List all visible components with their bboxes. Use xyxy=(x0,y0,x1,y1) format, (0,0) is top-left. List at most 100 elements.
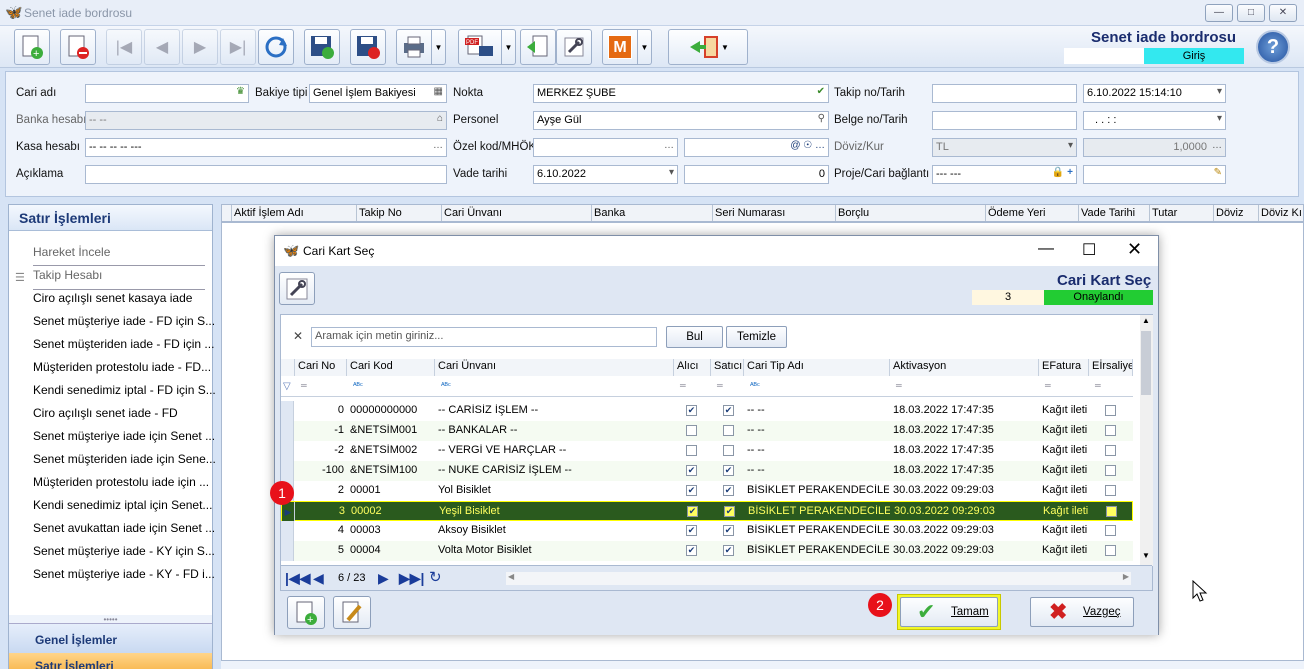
checkbox-satici[interactable]: ✔ xyxy=(724,506,735,517)
takip-no-field[interactable] xyxy=(932,84,1077,103)
checkbox-alici[interactable]: ✔ xyxy=(686,465,697,476)
table-row[interactable]: -1 &NETSİM001 -- BANKALAR -- -- -- 18.03.202… xyxy=(281,421,1133,441)
left-panel-item[interactable]: Senet müşteriye iade için Senet ... xyxy=(33,429,215,443)
m-button[interactable]: M xyxy=(602,29,638,65)
proje-field[interactable]: --- --- 🔒 + xyxy=(932,165,1077,184)
checkbox-eirsaliye[interactable] xyxy=(1106,506,1117,517)
pdf-dropdown[interactable]: ▼ xyxy=(502,29,516,65)
grid-column-header[interactable]: Alıcı xyxy=(674,359,711,376)
cari-baglanti-field[interactable]: ✎ xyxy=(1083,165,1226,184)
help-icon[interactable]: ? xyxy=(1256,30,1290,64)
left-panel-item[interactable]: Senet müşteriye iade - KY için S... xyxy=(33,544,215,558)
left-panel-item[interactable]: Senet müşteriden iade - FD için ... xyxy=(33,337,214,351)
left-panel-item[interactable]: Senet avukattan iade için Senet ... xyxy=(33,521,215,535)
checkbox-eirsaliye[interactable] xyxy=(1105,465,1116,476)
text-filter-icon[interactable]: ᴬᴮᶜ xyxy=(353,381,363,390)
search-user-icon[interactable]: ⚲ xyxy=(818,113,825,124)
vade-days-field[interactable]: 0 xyxy=(684,165,829,184)
horizontal-scrollbar[interactable]: ◀ ▶ xyxy=(506,572,1131,585)
bakiye-tipi-field[interactable]: Genel İşlem Bakiyesi ▦ xyxy=(309,84,447,103)
maximize-button[interactable]: □ xyxy=(1237,4,1265,22)
main-column-header[interactable]: Banka xyxy=(594,207,625,219)
left-panel-item[interactable]: Senet müşteriden iade için Sene... xyxy=(33,452,216,466)
users-icon[interactable]: ♛ xyxy=(236,86,245,97)
grid-column-header[interactable]: Eİrsaliye xyxy=(1089,359,1133,376)
table-row[interactable]: 0 00000000000 -- CARİSİZ İŞLEM -- ✔ ✔ -- -- 18… xyxy=(281,401,1133,421)
grid-column-header[interactable]: Cari Kod xyxy=(347,359,435,376)
left-panel-item[interactable]: Kendi senedimiz iptal - FD için S... xyxy=(33,383,216,397)
takip-date-field[interactable]: 6.10.2022 15:14:10 ▾ xyxy=(1083,84,1226,103)
ok-button[interactable]: ✔ Tamam xyxy=(900,597,998,627)
save-button[interactable] xyxy=(304,29,340,65)
equals-filter-icon[interactable]: ═ xyxy=(1095,381,1101,390)
checkbox-alici[interactable]: ✔ xyxy=(686,525,697,536)
splitter-handle[interactable]: ••••• xyxy=(9,615,212,624)
scroll-up-icon[interactable]: ▲ xyxy=(1142,316,1150,325)
equals-filter-icon[interactable]: ═ xyxy=(896,381,902,390)
group-genel-islemler[interactable]: Genel İşlemler xyxy=(9,623,212,653)
left-panel-item[interactable]: Senet müşteriye iade - KY - FD i... xyxy=(33,567,215,581)
vertical-scrollbar[interactable]: ▲ ▼ xyxy=(1140,315,1153,566)
scroll-down-icon[interactable]: ▼ xyxy=(1142,551,1150,560)
scroll-left-icon[interactable]: ◀ xyxy=(508,572,514,581)
equals-filter-icon[interactable]: ═ xyxy=(717,381,723,390)
clear-button[interactable]: Temizle xyxy=(726,326,787,348)
left-panel-item[interactable]: Ciro açılışlı senet iade - FD xyxy=(33,406,178,420)
kasa-field[interactable]: -- -- -- -- ---… xyxy=(85,138,447,157)
main-column-header[interactable]: Seri Numarası xyxy=(715,207,785,219)
first-record-button[interactable]: |◀ xyxy=(106,29,142,65)
add-cari-button[interactable]: + xyxy=(287,596,325,629)
chevron-down-icon[interactable]: ▾ xyxy=(669,167,674,178)
chevron-down-icon[interactable]: ▾ xyxy=(1217,113,1222,124)
text-filter-icon[interactable]: ᴬᴮᶜ xyxy=(750,381,760,390)
left-panel-item[interactable]: Takip Hesabı xyxy=(33,268,102,282)
table-row[interactable]: -100 &NETSİM100 -- NUKE CARİSİZ İŞLEM -- ✔ ✔… xyxy=(281,461,1133,481)
find-button[interactable]: Bul xyxy=(666,326,723,348)
checkbox-alici[interactable]: ✔ xyxy=(686,545,697,556)
grid-column-header[interactable]: Cari Tip Adı xyxy=(744,359,890,376)
main-column-header[interactable]: Takip No xyxy=(359,207,402,219)
vade-date-field[interactable]: 6.10.2022 ▾ xyxy=(533,165,678,184)
delete-document-button[interactable] xyxy=(60,29,96,65)
import-button[interactable] xyxy=(520,29,556,65)
left-panel-item[interactable]: Müşteriden protestolu iade - FD... xyxy=(33,360,211,374)
checkmark-icon[interactable]: ✔ xyxy=(817,86,825,97)
minimize-button[interactable]: — xyxy=(1205,4,1233,22)
previous-page-icon[interactable]: ◀ xyxy=(313,570,324,587)
checkbox-eirsaliye[interactable] xyxy=(1105,545,1116,556)
belge-no-field[interactable] xyxy=(932,111,1077,130)
filter-icon[interactable]: ▽ xyxy=(283,381,291,392)
next-page-icon[interactable]: ▶ xyxy=(378,570,389,587)
checkbox-satici[interactable] xyxy=(723,445,734,456)
mhok-field[interactable]: @ ☉ … xyxy=(684,138,829,157)
main-column-header[interactable]: Tutar xyxy=(1152,207,1177,219)
left-panel-item[interactable]: Ciro açılışlı senet kasaya iade xyxy=(33,291,192,305)
left-panel-item[interactable]: Kendi senedimiz iptal için Senet... xyxy=(33,498,212,512)
previous-record-button[interactable]: ◀ xyxy=(144,29,180,65)
lock-plus-icon[interactable]: 🔒 + xyxy=(1052,167,1073,178)
left-panel-item[interactable]: Senet müşteriye iade - FD için S... xyxy=(33,314,215,328)
checkbox-satici[interactable] xyxy=(723,425,734,436)
calculator-icon[interactable]: ▦ xyxy=(434,86,443,97)
checkbox-eirsaliye[interactable] xyxy=(1105,525,1116,536)
grid-column-header[interactable]: EFatura xyxy=(1039,359,1089,376)
checkbox-eirsaliye[interactable] xyxy=(1105,445,1116,456)
left-panel-item[interactable]: Hareket İncele xyxy=(33,245,110,259)
checkbox-satici[interactable]: ✔ xyxy=(723,465,734,476)
nokta-field[interactable]: MERKEZ ŞUBE ✔ xyxy=(533,84,829,103)
main-column-header[interactable]: Borçlu xyxy=(838,207,869,219)
aciklama-field[interactable] xyxy=(85,165,447,184)
exit-button[interactable]: ▼ xyxy=(668,29,748,65)
main-column-header[interactable]: Vade Tarihi xyxy=(1081,207,1135,219)
ellipsis-icon[interactable]: … xyxy=(664,140,674,151)
grid-column-header[interactable]: Cari Ünvanı xyxy=(435,359,674,376)
chevron-down-icon[interactable]: ▾ xyxy=(1217,86,1222,97)
grid-column-header[interactable]: Aktivasyon xyxy=(890,359,1039,376)
equals-filter-icon[interactable]: ═ xyxy=(680,381,686,390)
belge-date-field[interactable]: . . : : ▾ xyxy=(1083,111,1226,130)
left-panel-item[interactable]: Müşteriden protestolu iade için ... xyxy=(33,475,209,489)
cancel-button[interactable]: ✖ Vazgeç xyxy=(1030,597,1134,627)
checkbox-alici[interactable] xyxy=(686,425,697,436)
reload-icon[interactable]: ↻ xyxy=(429,568,442,586)
table-row[interactable]: 5 00004 Volta Motor Bisiklet ✔ ✔ BİSİKLET PER… xyxy=(281,541,1133,561)
